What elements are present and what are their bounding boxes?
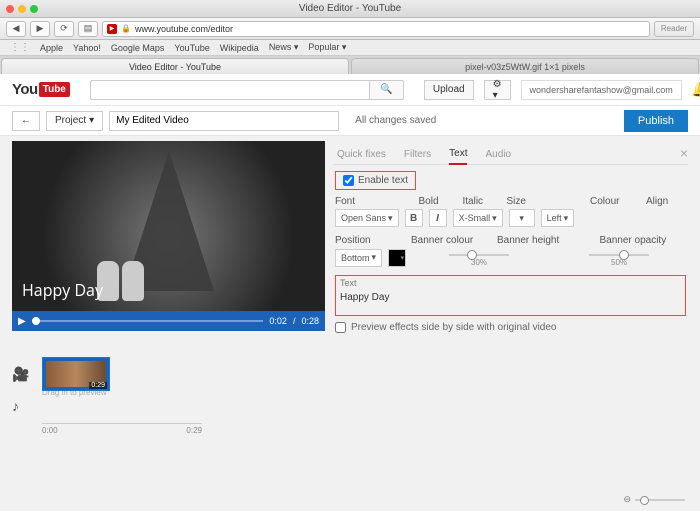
youtube-logo[interactable]: YouTube bbox=[12, 81, 70, 98]
tab-audio[interactable]: Audio bbox=[485, 149, 511, 164]
bold-label: Bold bbox=[419, 196, 447, 207]
panel-tabs: Quick fixes Filters Text Audio bbox=[333, 141, 688, 165]
bookmarks-bar: ⋮⋮ Apple Yahoo! Google Maps YouTube Wiki… bbox=[0, 40, 700, 56]
user-account-button[interactable]: wondersharefantashow@gmail.com bbox=[521, 80, 682, 100]
time-sep: / bbox=[293, 316, 296, 326]
project-bar: ← Project ▾ All changes saved Publish bbox=[0, 106, 700, 136]
ruler-start: 0:00 bbox=[42, 426, 58, 435]
reload-button[interactable]: ⟳ bbox=[54, 21, 74, 37]
text-input-box: Text Happy Day bbox=[335, 275, 686, 316]
banner-colour-swatch[interactable]: ▾ bbox=[388, 249, 406, 267]
player-controls: ▶ 0:02 / 0:28 bbox=[12, 311, 325, 331]
position-label: Position bbox=[335, 235, 395, 246]
settings-gear-button[interactable]: ⚙ ▾ bbox=[484, 80, 511, 100]
size-dropdown[interactable]: X-Small ▾ bbox=[453, 209, 503, 227]
size-label: Size bbox=[507, 196, 575, 207]
bookmark-gmaps[interactable]: Google Maps bbox=[111, 43, 165, 53]
favicon: ▶ bbox=[107, 24, 117, 34]
text-field-label: Text bbox=[340, 278, 357, 288]
audio-track-icon: ♪ bbox=[12, 398, 32, 414]
ruler-end: 0:29 bbox=[186, 426, 202, 435]
italic-button[interactable]: I bbox=[429, 209, 447, 227]
close-panel-icon[interactable]: × bbox=[680, 145, 688, 161]
tab-text[interactable]: Text bbox=[449, 148, 467, 165]
scene-dancer bbox=[122, 261, 144, 301]
bookmarks-button[interactable]: ▤ bbox=[78, 21, 98, 37]
seek-bar[interactable] bbox=[32, 320, 264, 322]
bookmark-youtube[interactable]: YouTube bbox=[174, 43, 209, 53]
clip-duration: 0:29 bbox=[89, 382, 107, 389]
url-field[interactable]: ▶ 🔒 www.youtube.com/editor bbox=[102, 21, 650, 37]
align-dropdown[interactable]: Left ▾ bbox=[541, 209, 575, 227]
enable-text-row: Enable text bbox=[335, 171, 416, 190]
banner-colour-label: Banner colour bbox=[411, 235, 481, 246]
timeline: 🎥 0:29 Drag in to preview ♪ 0:00 0:29 bbox=[0, 354, 700, 443]
banner-height-slider[interactable]: 30% bbox=[412, 248, 546, 267]
banner-height-label: Banner height bbox=[497, 235, 584, 246]
search-button[interactable]: 🔍 bbox=[370, 80, 404, 100]
bookmark-news[interactable]: News ▾ bbox=[269, 42, 299, 53]
font-label: Font bbox=[335, 196, 403, 207]
search-input[interactable] bbox=[90, 80, 370, 100]
timeline-clip[interactable]: 0:29 bbox=[42, 357, 110, 391]
italic-label: Italic bbox=[463, 196, 491, 207]
banner-opacity-slider[interactable]: 50% bbox=[552, 248, 686, 267]
play-button[interactable]: ▶ bbox=[18, 316, 26, 327]
preview-sxs-checkbox[interactable] bbox=[335, 322, 346, 333]
zoom-control[interactable]: ⊖ bbox=[623, 494, 685, 505]
effects-panel: Quick fixes Filters Text Audio × Enable … bbox=[333, 141, 688, 354]
enable-text-checkbox[interactable] bbox=[343, 175, 354, 186]
project-title-input[interactable] bbox=[109, 111, 339, 131]
save-status: All changes saved bbox=[355, 115, 436, 126]
bookmark-apple[interactable]: Apple bbox=[40, 43, 63, 53]
enable-text-label: Enable text bbox=[358, 175, 408, 186]
os-title-bar: Video Editor - YouTube bbox=[0, 0, 700, 18]
video-track-icon: 🎥 bbox=[12, 366, 32, 383]
zoom-icon: ⊖ bbox=[623, 494, 631, 505]
banner-opacity-label: Banner opacity bbox=[600, 235, 687, 246]
yt-header: YouTube 🔍 Upload ⚙ ▾ wondersharefantasho… bbox=[0, 74, 700, 106]
position-dropdown[interactable]: Bottom ▾ bbox=[335, 249, 382, 267]
tab-strip: Video Editor - YouTube pixel-v03z5WtW.gi… bbox=[0, 56, 700, 74]
colour-label: Colour bbox=[590, 196, 630, 207]
time-current: 0:02 bbox=[269, 316, 287, 326]
bold-button[interactable]: B bbox=[405, 209, 423, 227]
colour-dropdown[interactable]: ▾ bbox=[509, 209, 535, 227]
bookmark-wikipedia[interactable]: Wikipedia bbox=[220, 43, 259, 53]
reader-button[interactable]: Reader bbox=[654, 21, 694, 37]
tab-active[interactable]: Video Editor - YouTube bbox=[1, 58, 349, 74]
text-input[interactable]: Happy Day bbox=[340, 289, 681, 313]
publish-button[interactable]: Publish bbox=[624, 110, 688, 132]
notifications-bell-icon[interactable]: 🔔 bbox=[692, 81, 700, 98]
video-preview[interactable]: Happy Day ▶ 0:02 / 0:28 bbox=[12, 141, 325, 331]
back-to-projects-button[interactable]: ← bbox=[12, 111, 40, 131]
timeline-ruler: 0:00 0:29 bbox=[42, 423, 202, 435]
time-duration: 0:28 bbox=[301, 316, 319, 326]
forward-button[interactable]: ▶ bbox=[30, 21, 50, 37]
upload-button[interactable]: Upload bbox=[424, 80, 474, 100]
url-text: www.youtube.com/editor bbox=[135, 24, 233, 34]
bookmark-yahoo[interactable]: Yahoo! bbox=[73, 43, 101, 53]
lock-icon: 🔒 bbox=[121, 24, 131, 33]
timeline-hint: Drag in to preview bbox=[42, 388, 688, 397]
bookmark-popular[interactable]: Popular ▾ bbox=[308, 42, 346, 53]
preview-sxs-label: Preview effects side by side with origin… bbox=[351, 322, 556, 333]
back-button[interactable]: ◀ bbox=[6, 21, 26, 37]
project-menu-button[interactable]: Project ▾ bbox=[46, 111, 103, 131]
tab-quick-fixes[interactable]: Quick fixes bbox=[337, 149, 386, 164]
tab-filters[interactable]: Filters bbox=[404, 149, 431, 164]
align-label: Align bbox=[646, 196, 686, 207]
video-frame bbox=[12, 141, 325, 331]
browser-toolbar: ◀ ▶ ⟳ ▤ ▶ 🔒 www.youtube.com/editor Reade… bbox=[0, 18, 700, 40]
tab-inactive[interactable]: pixel-v03z5WtW.gif 1×1 pixels bbox=[351, 58, 699, 74]
text-overlay: Happy Day bbox=[22, 279, 103, 301]
font-dropdown[interactable]: Open Sans ▾ bbox=[335, 209, 399, 227]
bookmarks-menu-icon[interactable]: ⋮⋮ bbox=[10, 42, 30, 53]
window-title: Video Editor - YouTube bbox=[0, 3, 700, 14]
